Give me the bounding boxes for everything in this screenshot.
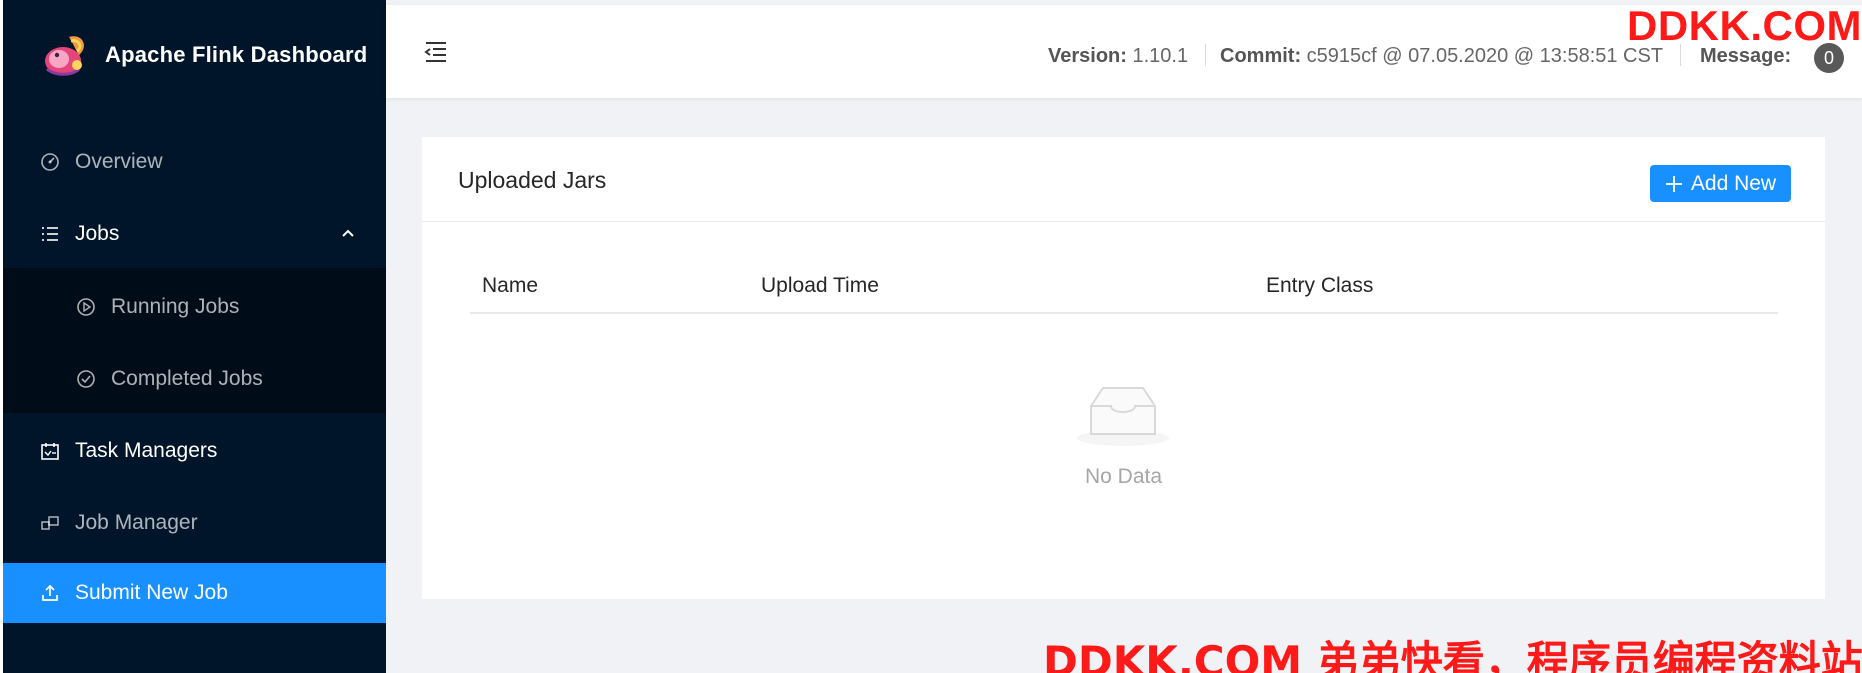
- sidebar: Apache Flink Dashboard Overview Jobs Run…: [0, 0, 386, 673]
- sidebar-item-label: Completed Jobs: [111, 367, 263, 390]
- sidebar-item-job-manager[interactable]: Job Manager: [3, 493, 386, 553]
- column-header-upload-time[interactable]: Upload Time: [761, 274, 879, 298]
- app-title: Apache Flink Dashboard: [105, 42, 368, 67]
- commit-info: Commit: c5915cf @ 07.05.2020 @ 13:58:51 …: [1220, 45, 1663, 68]
- watermark-bottom: DDKK.COM 弟弟快看，程序员编程资料站: [1043, 637, 1862, 673]
- uploaded-jars-card: Uploaded Jars Add New Name Upload Time E…: [422, 137, 1825, 599]
- add-new-button[interactable]: Add New: [1650, 165, 1791, 202]
- version-label: Version:: [1048, 45, 1127, 67]
- schedule-icon: [39, 440, 61, 462]
- card-title: Uploaded Jars: [458, 167, 607, 193]
- version-info: Version: 1.10.1: [1048, 45, 1188, 68]
- plus-icon: [1665, 175, 1683, 193]
- sidebar-item-label: Jobs: [75, 222, 120, 245]
- sidebar-item-label: Job Manager: [75, 511, 198, 534]
- column-header-name[interactable]: Name: [482, 274, 538, 298]
- commit-label: Commit:: [1220, 45, 1302, 67]
- block-icon: [39, 512, 61, 534]
- watermark-top: DDKK.COM: [1627, 2, 1862, 49]
- sidebar-item-submit-new-job[interactable]: Submit New Job: [3, 563, 386, 623]
- logo[interactable]: Apache Flink Dashboard: [3, 0, 386, 110]
- upload-icon: [39, 582, 61, 604]
- play-circle-icon: [75, 296, 97, 318]
- app-root: Apache Flink Dashboard Overview Jobs Run…: [0, 0, 1862, 673]
- card-header: Uploaded Jars Add New: [422, 137, 1825, 222]
- sidebar-item-completed-jobs[interactable]: Completed Jobs: [3, 349, 386, 409]
- version-value: 1.10.1: [1132, 45, 1189, 67]
- sidebar-item-label: Task Managers: [75, 439, 218, 462]
- table-header-divider: [470, 312, 1778, 314]
- list-icon: [39, 223, 61, 245]
- sidebar-item-jobs[interactable]: Jobs: [3, 204, 386, 264]
- empty-state-text: No Data: [1084, 465, 1163, 488]
- chevron-up-icon: [342, 229, 354, 237]
- flink-squirrel-icon: [45, 36, 84, 76]
- sidebar-item-label: Overview: [75, 150, 163, 173]
- column-header-entry-class[interactable]: Entry Class: [1266, 274, 1373, 298]
- sidebar-item-running-jobs[interactable]: Running Jobs: [3, 277, 386, 337]
- sidebar-item-label: Submit New Job: [75, 581, 228, 604]
- menu-fold-icon[interactable]: [422, 38, 450, 66]
- sidebar-item-label: Running Jobs: [111, 295, 240, 318]
- empty-inbox-icon: [1077, 387, 1169, 446]
- sidebar-item-task-managers[interactable]: Task Managers: [3, 421, 386, 481]
- commit-value: c5915cf @ 07.05.2020 @ 13:58:51 CST: [1306, 45, 1664, 67]
- add-new-label: Add New: [1690, 171, 1777, 195]
- divider: [1205, 44, 1206, 66]
- dashboard-icon: [39, 151, 61, 173]
- check-circle-icon: [75, 368, 97, 390]
- sidebar-item-overview[interactable]: Overview: [3, 132, 386, 192]
